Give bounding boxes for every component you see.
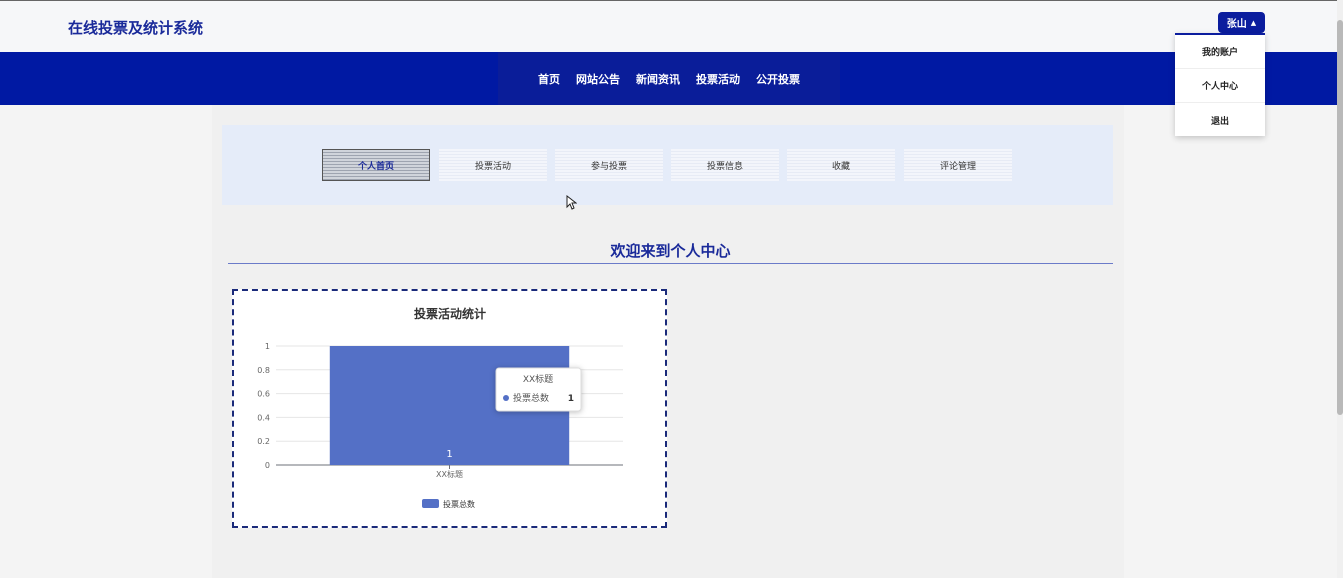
y-tick-label: 0.2 <box>257 437 270 446</box>
y-tick-label: 1 <box>265 342 270 351</box>
user-dropdown-menu: 我的账户 个人中心 退出 <box>1175 33 1265 136</box>
tooltip-title: XX标题 <box>523 373 553 385</box>
y-tick-label: 0.8 <box>257 366 270 375</box>
nav-item-public-vote[interactable]: 公开投票 <box>756 71 800 87</box>
tab-favorites[interactable]: 收藏 <box>787 149 895 181</box>
legend-label: 投票总数 <box>443 499 475 509</box>
tab-vote-activities[interactable]: 投票活动 <box>439 149 547 181</box>
welcome-heading: 欢迎来到个人中心 <box>228 240 1113 264</box>
scrollbar-thumb[interactable] <box>1337 20 1343 415</box>
tab-vote-info[interactable]: 投票信息 <box>671 149 779 181</box>
tab-comment-management[interactable]: 评论管理 <box>904 149 1012 181</box>
nav-item-news[interactable]: 新闻资讯 <box>636 71 680 87</box>
top-header: 在线投票及统计系统 <box>0 0 1343 52</box>
menu-item-personal-center[interactable]: 个人中心 <box>1175 69 1265 103</box>
y-tick-label: 0.6 <box>257 390 270 399</box>
scrollbar-track[interactable] <box>1337 0 1343 578</box>
nav-menu: 首页 网站公告 新闻资讯 投票活动 公开投票 <box>498 52 840 105</box>
chart-card: 投票活动统计 0 0.2 0.4 0.6 0.8 1 1 XX标题 投票总数 XX标题 投票总数 1 <box>232 289 667 528</box>
y-tick-label: 0 <box>265 461 270 470</box>
site-title: 在线投票及统计系统 <box>68 19 204 37</box>
tooltip-value: 1 <box>568 394 574 404</box>
y-tick-label: 0.4 <box>257 413 270 422</box>
tooltip-marker <box>503 395 509 401</box>
bar-data-label: 1 <box>446 449 452 460</box>
menu-item-my-account[interactable]: 我的账户 <box>1175 35 1265 69</box>
main-navbar: 首页 网站公告 新闻资讯 投票活动 公开投票 <box>0 52 1343 105</box>
user-menu-button[interactable]: 张山 ▲ <box>1218 12 1265 33</box>
nav-item-announcements[interactable]: 网站公告 <box>576 71 620 87</box>
nav-item-vote-activities[interactable]: 投票活动 <box>696 71 740 87</box>
mouse-cursor-icon <box>566 195 577 210</box>
tab-personal-home[interactable]: 个人首页 <box>322 149 430 181</box>
menu-item-logout[interactable]: 退出 <box>1175 103 1265 137</box>
tooltip-series-name: 投票总数 <box>513 392 549 404</box>
x-tick-label: XX标题 <box>436 469 463 479</box>
tab-participate-vote[interactable]: 参与投票 <box>555 149 663 181</box>
caret-up-icon: ▲ <box>1250 18 1257 27</box>
user-name: 张山 <box>1226 19 1247 30</box>
chart-title: 投票活动统计 <box>414 306 486 321</box>
nav-item-home[interactable]: 首页 <box>538 71 560 87</box>
legend-swatch <box>422 499 439 508</box>
bar-chart: 投票活动统计00.20.40.60.811XX标题投票总数XX标题投票总数 1 <box>257 306 623 509</box>
